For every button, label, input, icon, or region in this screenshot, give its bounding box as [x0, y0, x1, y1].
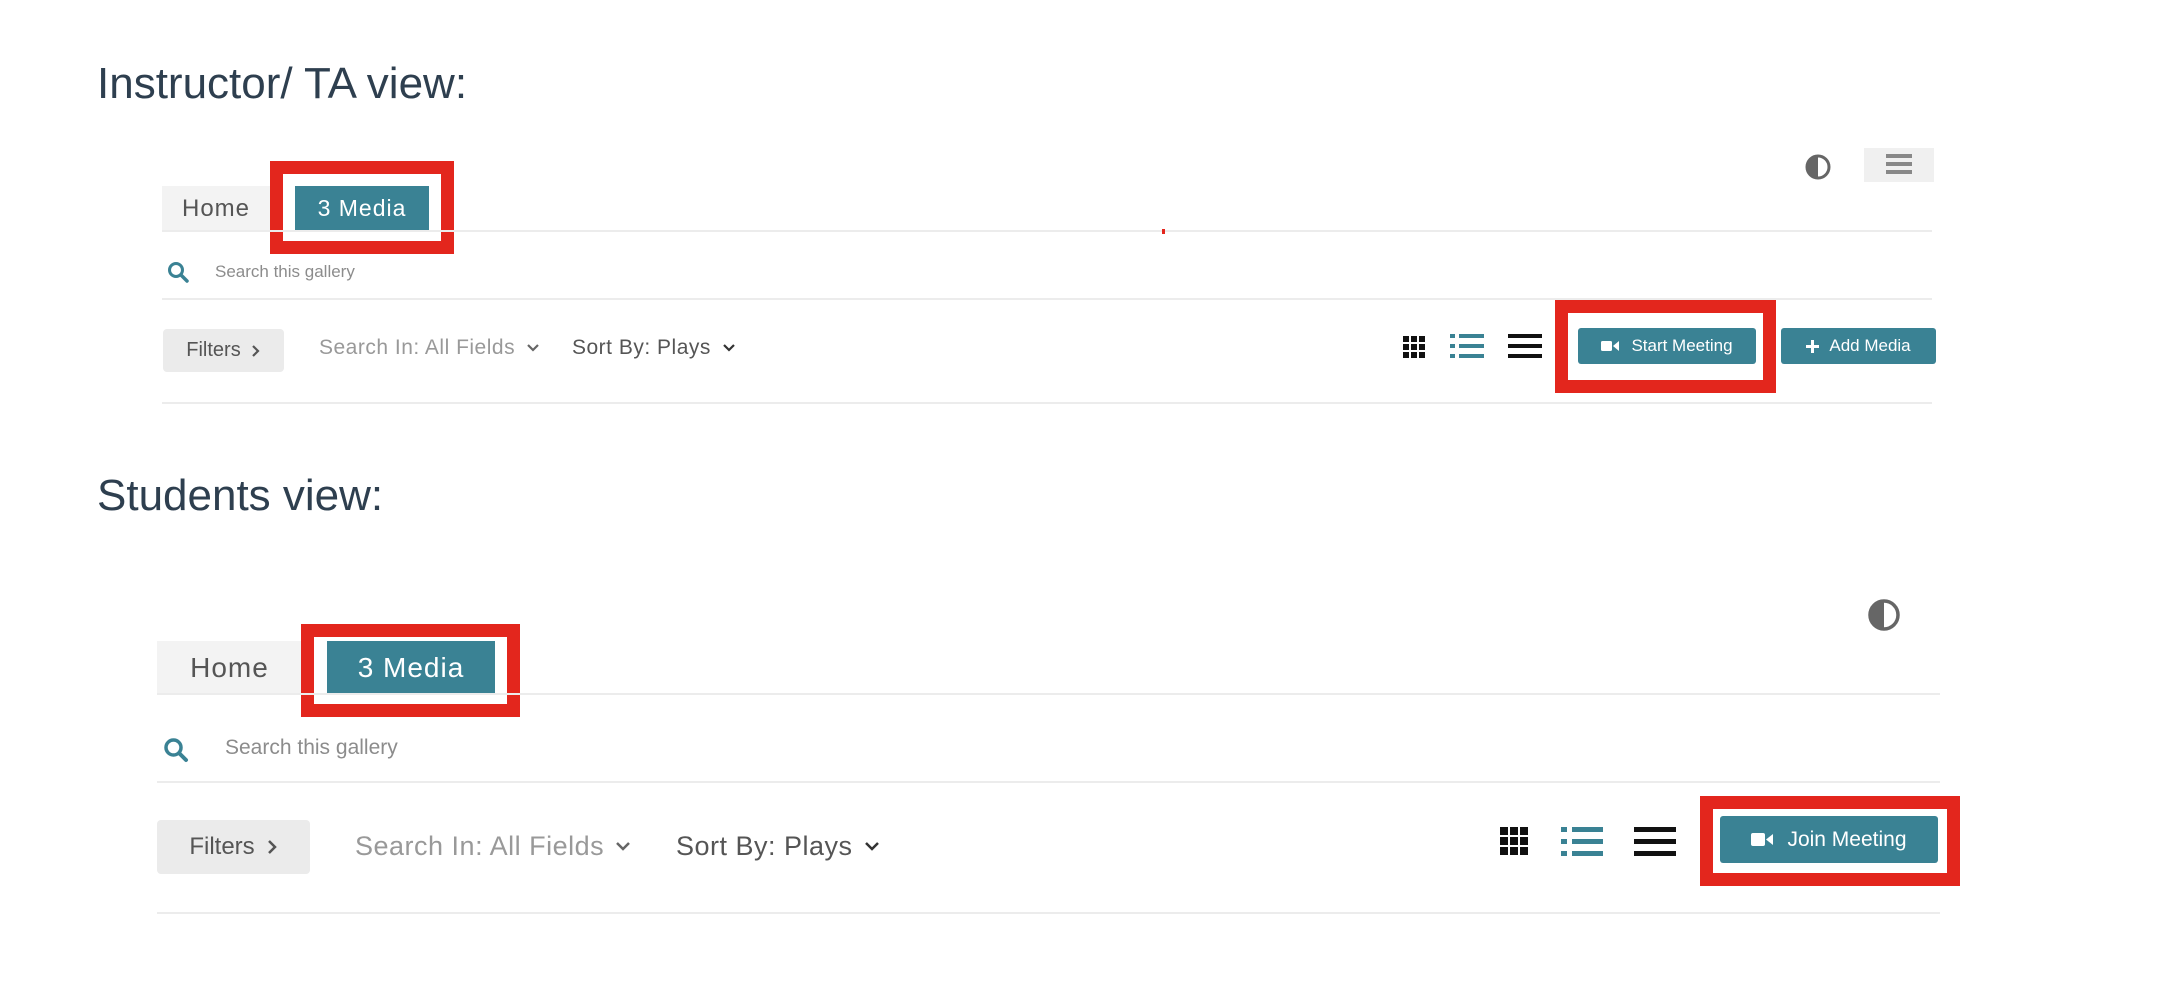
chevron-down-icon [864, 842, 879, 851]
search-input[interactable]: Search this gallery [225, 736, 398, 760]
grid-view-icon[interactable] [1403, 336, 1425, 358]
toolbar-divider [157, 912, 1940, 914]
students-view-heading: Students view: [97, 471, 384, 520]
tabs-divider [162, 230, 1932, 232]
sort-by-label: Sort By: Plays [676, 831, 853, 861]
search-input[interactable]: Search this gallery [215, 262, 355, 282]
grid-view-icon[interactable] [1500, 827, 1528, 855]
plus-icon [1806, 339, 1820, 353]
compact-list-view-icon[interactable] [1508, 333, 1542, 359]
add-media-button[interactable]: Add Media [1781, 328, 1936, 364]
instructor-view-heading: Instructor/ TA view: [97, 59, 468, 108]
tab-home[interactable]: Home [157, 641, 302, 695]
chevron-right-icon [267, 839, 278, 855]
detailed-list-view-icon[interactable] [1561, 825, 1603, 857]
tabs-divider [157, 693, 1940, 695]
filters-label: Filters [189, 833, 255, 860]
search-in-dropdown[interactable]: Search In: All Fields [319, 336, 539, 360]
highlight-box-join-meeting [1700, 796, 1960, 886]
toolbar-divider [162, 402, 1932, 404]
highlight-box-start-meeting [1555, 300, 1776, 393]
sort-by-label: Sort By: Plays [572, 336, 711, 359]
tab-home[interactable]: Home [162, 186, 270, 231]
search-icon [167, 261, 189, 283]
sort-by-dropdown[interactable]: Sort By: Plays [676, 831, 879, 862]
menu-toggle-icon[interactable] [1864, 148, 1934, 182]
filters-label: Filters [186, 339, 241, 361]
search-in-label: Search In: All Fields [319, 336, 516, 359]
search-icon [163, 737, 189, 763]
search-divider [157, 781, 1940, 783]
detailed-list-view-icon[interactable] [1450, 333, 1484, 359]
highlight-box-media-tab [301, 624, 520, 717]
sort-by-dropdown[interactable]: Sort By: Plays [572, 336, 735, 360]
highlight-box-media-tab [270, 161, 454, 254]
filters-button[interactable]: Filters [157, 820, 310, 874]
search-in-dropdown[interactable]: Search In: All Fields [355, 831, 631, 862]
chevron-down-icon [527, 344, 539, 352]
decorative-dot [1162, 229, 1165, 234]
chevron-right-icon [251, 344, 261, 358]
contrast-icon[interactable] [1804, 153, 1832, 181]
search-in-label: Search In: All Fields [355, 831, 605, 861]
contrast-icon[interactable] [1867, 598, 1901, 632]
chevron-down-icon [616, 842, 631, 851]
chevron-down-icon [723, 344, 735, 352]
add-media-label: Add Media [1829, 336, 1911, 355]
filters-button[interactable]: Filters [163, 329, 284, 372]
compact-list-view-icon[interactable] [1634, 825, 1676, 857]
